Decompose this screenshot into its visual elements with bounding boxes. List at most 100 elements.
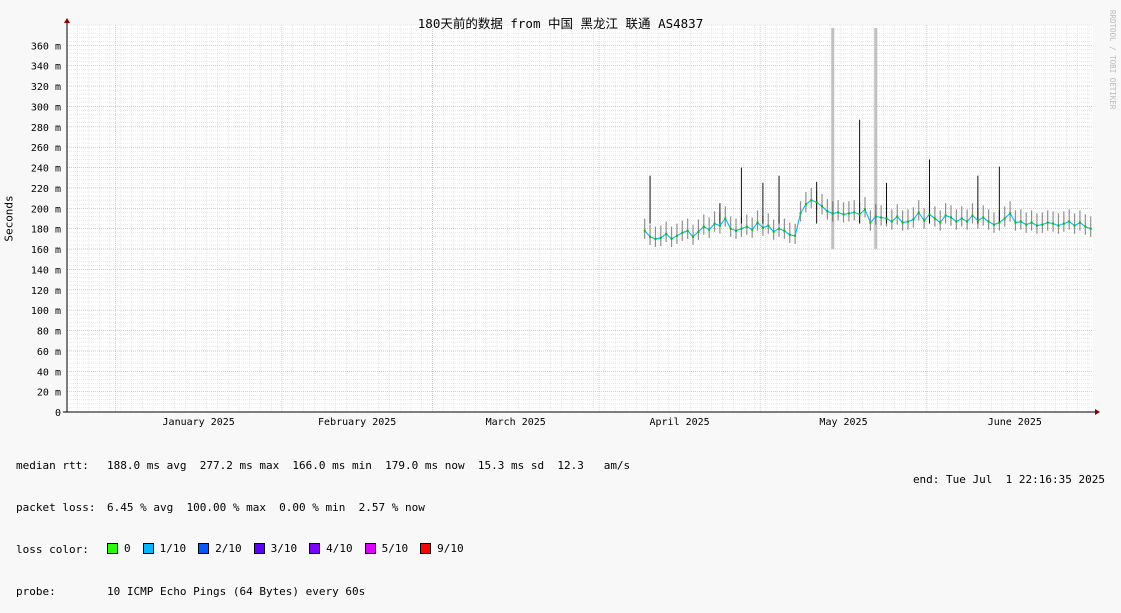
- median-point: [718, 224, 721, 227]
- median-point: [912, 218, 915, 221]
- x-tick-label: May 2025: [819, 417, 867, 428]
- loss-color-swatch: [142, 543, 154, 555]
- median-point: [772, 230, 775, 233]
- median-point: [826, 210, 829, 213]
- loss-color-item: 5/10: [364, 542, 408, 556]
- median-point: [933, 217, 936, 220]
- loss-color-text: 9/10: [437, 541, 464, 555]
- loss-color-swatch: [309, 543, 321, 555]
- median-point: [804, 203, 807, 206]
- median-point: [729, 227, 732, 230]
- median-point: [794, 234, 797, 237]
- loss-color-label: loss color:: [16, 543, 89, 556]
- median-point: [670, 237, 673, 240]
- loss-color-text: 1/10: [159, 541, 187, 555]
- median-point: [928, 213, 931, 216]
- y-tick-label: 140 m: [31, 265, 61, 276]
- median-point: [1073, 224, 1076, 227]
- median-point: [821, 205, 824, 208]
- median-point: [949, 216, 952, 219]
- median-point: [702, 225, 705, 228]
- loss-label: packet loss:: [16, 501, 96, 514]
- loss-color-item: 1/10: [142, 541, 187, 556]
- median-point: [955, 220, 958, 223]
- y-tick-label: 100 m: [31, 306, 61, 317]
- median-point: [1041, 223, 1044, 226]
- median-point: [992, 223, 995, 226]
- median-point: [649, 235, 652, 238]
- median-point: [778, 227, 781, 230]
- median-point: [1078, 221, 1081, 224]
- loss-color-item: 2/10: [198, 542, 242, 556]
- y-tick-label: 120 m: [31, 286, 61, 297]
- loss-color-list: 0 1/10 2/10 3/10 4/10 5/10 9/10: [107, 542, 476, 559]
- rtt-label: median rtt:: [16, 459, 89, 472]
- median-point: [1057, 224, 1060, 227]
- median-point: [745, 225, 748, 228]
- median-point: [799, 212, 802, 215]
- median-point: [1014, 221, 1017, 224]
- median-point: [971, 214, 974, 217]
- loss-color-text: 4/10: [326, 541, 353, 555]
- median-point: [874, 215, 877, 218]
- probe-value: 10 ICMP Echo Pings (64 Bytes) every 60s: [107, 585, 366, 598]
- loss-color-item: 3/10: [253, 542, 297, 556]
- median-point: [831, 212, 834, 215]
- median-point: [692, 235, 695, 238]
- plot-area: [67, 25, 1093, 412]
- y-tick-label: 260 m: [31, 143, 61, 154]
- median-point: [880, 216, 883, 219]
- median-point: [767, 224, 770, 227]
- median-point: [735, 229, 738, 232]
- probe-label: probe:: [16, 585, 56, 598]
- median-point: [1019, 220, 1022, 223]
- loss-color-text: 0: [124, 541, 131, 555]
- median-point: [1025, 223, 1028, 226]
- median-point: [858, 213, 861, 216]
- x-tick-label: January 2025: [163, 417, 235, 428]
- y-tick-label: 240 m: [31, 164, 61, 175]
- median-point: [982, 216, 985, 219]
- median-point: [788, 233, 791, 236]
- loss-value: 6.45 % avg 100.00 % max 0.00 % min 2.57 …: [107, 501, 425, 514]
- median-point: [944, 214, 947, 217]
- y-tick-label: 360 m: [31, 41, 61, 52]
- median-point: [842, 213, 845, 216]
- median-point: [708, 228, 711, 231]
- rtt-row: median rtt: 188.0 ms avg 277.2 ms max 166…: [16, 459, 630, 473]
- y-tick-label: 280 m: [31, 123, 61, 134]
- median-point: [740, 227, 743, 230]
- median-point: [643, 229, 646, 232]
- end-timestamp: end: Tue Jul 1 22:16:35 2025: [912, 473, 1105, 486]
- median-point: [890, 220, 893, 223]
- loss-color-item: 4/10: [309, 542, 353, 556]
- median-point: [697, 230, 700, 233]
- median-point: [976, 219, 979, 222]
- median-point: [1035, 224, 1038, 227]
- x-tick-label: March 2025: [486, 417, 546, 428]
- probe-row: probe: 10 ICMP Echo Pings (64 Bytes) ever…: [16, 585, 630, 599]
- y-tick-label: 320 m: [31, 82, 61, 93]
- loss-color-item: 9/10: [420, 542, 464, 556]
- median-point: [1046, 221, 1049, 224]
- median-point: [885, 217, 888, 220]
- median-point: [998, 221, 1001, 224]
- median-point: [681, 231, 684, 234]
- loss-color-swatch: [364, 543, 376, 555]
- chart-title: 180天前的数据 from 中国 黑龙江 联通 AS4837: [417, 16, 704, 31]
- median-point: [654, 237, 657, 240]
- y-tick-label: 20 m: [37, 388, 61, 399]
- median-point: [901, 221, 904, 224]
- y-axis-label: Seconds: [2, 195, 16, 242]
- y-tick-label: 160 m: [31, 245, 61, 256]
- loss-color-swatch: [107, 543, 118, 555]
- smokeping-chart: 0 20 m 40 m 60 m 80 m 100 m 120 m 140 m 160 m 180…: [31, 18, 1100, 428]
- loss-color-text: 2/10: [215, 541, 242, 555]
- median-point: [724, 217, 727, 220]
- median-point: [665, 232, 668, 235]
- median-point: [686, 229, 689, 232]
- y-tick-label: 180 m: [31, 225, 61, 236]
- loss-row: packet loss: 6.45 % avg 100.00 % max 0.00…: [16, 501, 630, 515]
- median-point: [1052, 222, 1055, 225]
- y-tick-label: 340 m: [31, 62, 61, 73]
